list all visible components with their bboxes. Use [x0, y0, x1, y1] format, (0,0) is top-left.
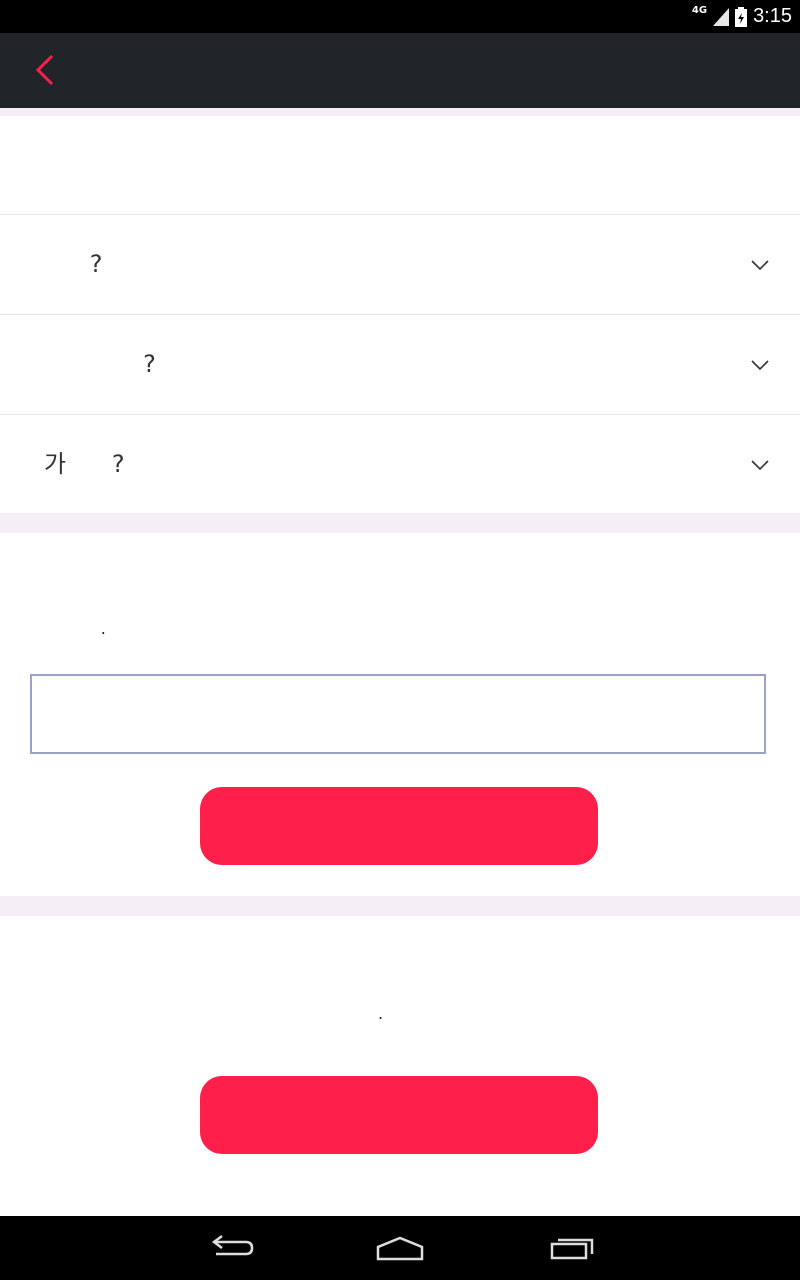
battery-icon — [735, 6, 748, 27]
inquiry-message: . — [60, 619, 106, 638]
divider — [0, 108, 800, 116]
back-arrow-icon — [211, 1235, 254, 1256]
faq-question: ? — [44, 250, 103, 278]
faq-question: ? — [44, 350, 156, 378]
nav-back-button[interactable] — [190, 1226, 270, 1270]
bottom-action-button[interactable] — [200, 1076, 598, 1154]
chevron-down-icon — [751, 360, 769, 371]
divider — [0, 896, 800, 916]
divider — [0, 513, 800, 533]
network-type: 4G — [691, 5, 708, 16]
back-button[interactable] — [18, 43, 72, 97]
status-indicators: 4G 3:15 — [692, 0, 792, 33]
faq-section-header — [0, 116, 800, 215]
nav-recents-button[interactable] — [532, 1226, 612, 1270]
chevron-left-icon — [35, 54, 54, 86]
signal-icon — [713, 7, 730, 26]
faq-item[interactable]: 가 ? — [0, 415, 800, 513]
recents-icon — [550, 1238, 594, 1260]
bottom-panel: . — [0, 916, 800, 1216]
app-bar — [0, 33, 800, 108]
inquiry-input-box — [30, 674, 766, 754]
faq-item[interactable]: ? — [0, 315, 800, 415]
status-bar: 4G 3:15 — [0, 0, 800, 33]
inquiry-submit-button[interactable] — [200, 787, 598, 865]
home-icon — [376, 1236, 424, 1261]
nav-home-button[interactable] — [360, 1226, 440, 1270]
faq-item[interactable]: ? — [0, 215, 800, 315]
inquiry-input[interactable] — [32, 676, 764, 752]
navigation-bar — [0, 1216, 800, 1280]
clock: 3:15 — [753, 5, 792, 27]
chevron-down-icon — [751, 260, 769, 271]
chevron-down-icon — [751, 460, 769, 471]
bottom-message: . — [378, 1004, 384, 1023]
faq-question: 가 ? — [44, 450, 125, 478]
